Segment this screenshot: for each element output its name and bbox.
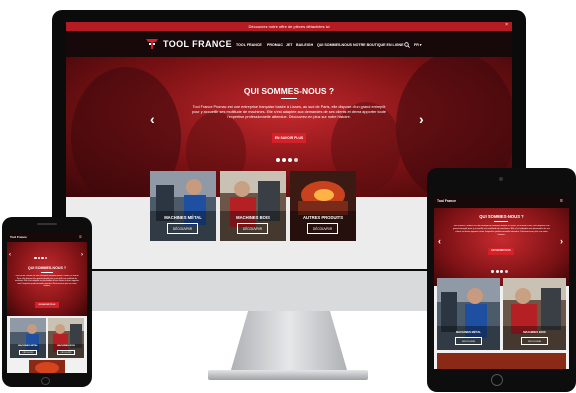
phone-category-card-other-peek[interactable] bbox=[29, 360, 65, 373]
slider-dot-2[interactable] bbox=[282, 158, 286, 162]
discover-button[interactable]: DÉCOUVRIR bbox=[455, 337, 482, 345]
tablet-hero-title: QUI SOMMES-NOUS ? bbox=[479, 214, 524, 219]
slider-dot[interactable] bbox=[41, 256, 44, 259]
slider-dot[interactable] bbox=[495, 270, 499, 273]
phone-hero: ‹ › QUI SOMMES-NOUS ? Tool France Promac… bbox=[7, 242, 87, 316]
phone-category-card-metal[interactable]: MACHINES MÉTAL DÉCOUVRIR bbox=[10, 318, 46, 358]
category-title: MACHINES BOIS bbox=[236, 215, 270, 220]
nav-item-jet[interactable]: JET bbox=[286, 43, 293, 47]
slider-dot[interactable] bbox=[34, 256, 37, 259]
logo-icon[interactable] bbox=[145, 38, 159, 50]
phone-hero-divider bbox=[41, 272, 53, 273]
hamburger-menu-icon[interactable]: ≡ bbox=[560, 199, 563, 204]
hero-title: QUI SOMMES-NOUS ? bbox=[243, 86, 335, 96]
phone-hero-description: Tool France Promac est une entreprise fr… bbox=[15, 275, 79, 288]
slider-dot[interactable] bbox=[500, 270, 503, 273]
tablet-slider-dots bbox=[491, 260, 510, 278]
tablet-hero-divider bbox=[494, 221, 508, 222]
category-card-wood[interactable]: MACHINES BOIS DÉCOUVRIR bbox=[220, 171, 286, 241]
phone-home-button bbox=[41, 377, 50, 385]
phone-speaker bbox=[37, 223, 57, 225]
phone-logo-text[interactable]: Tool France bbox=[10, 235, 27, 239]
category-title: MACHINES MÉTAL bbox=[455, 330, 482, 334]
search-icon[interactable] bbox=[404, 42, 410, 48]
slider-dot-1[interactable] bbox=[276, 158, 280, 162]
slider-prev-arrow-icon[interactable]: ‹ bbox=[150, 111, 155, 127]
phone-hero-cta-button[interactable]: EN SAVOIR PLUS bbox=[35, 302, 59, 308]
discover-button[interactable]: DÉCOUVRIR bbox=[521, 337, 548, 345]
slider-dot-3[interactable] bbox=[288, 158, 292, 162]
tablet-navigation: Tool France ≡ bbox=[434, 196, 569, 208]
monitor-stand-base bbox=[208, 370, 368, 380]
slider-dot[interactable] bbox=[504, 270, 508, 273]
slider-dots bbox=[276, 149, 300, 167]
category-title: AUTRES PRODUITS bbox=[302, 215, 344, 220]
category-title: MACHINES BOIS bbox=[523, 330, 546, 334]
tablet-next-arrow-icon[interactable]: › bbox=[560, 236, 563, 246]
hero-cta-button[interactable]: EN SAVOIR PLUS bbox=[272, 133, 306, 143]
nav-item-baileigh[interactable]: BAILEIGH bbox=[296, 43, 313, 47]
category-card-other[interactable]: AUTRES PRODUITS DÉCOUVRIR bbox=[290, 171, 356, 241]
tablet-prev-arrow-icon[interactable]: ‹ bbox=[438, 236, 441, 246]
discover-button[interactable]: DÉCOUVRIR bbox=[237, 223, 268, 234]
slider-dot[interactable] bbox=[37, 256, 40, 259]
discover-button[interactable]: DÉCOUVRIR bbox=[57, 350, 75, 355]
nav-item-tool-france[interactable]: TOOL FRANCE bbox=[236, 43, 262, 47]
announcement-bar[interactable]: Découvrez notre offre de pièces détachée… bbox=[66, 22, 512, 31]
main-navigation: TOOL FRANCE TOOL FRANCE PROMAC JET BAILE… bbox=[66, 31, 512, 57]
phone-slider-dots bbox=[34, 246, 49, 264]
nav-item-qui-sommes-nous[interactable]: QUI SOMMES-NOUS bbox=[317, 43, 352, 47]
discover-button[interactable]: DÉCOUVRIR bbox=[167, 223, 198, 234]
tablet-category-card-wood[interactable]: MACHINES BOIS DÉCOUVRIR bbox=[503, 278, 566, 350]
phone-next-arrow-icon[interactable]: › bbox=[81, 252, 83, 258]
announcement-text[interactable]: Découvrez notre offre de pièces détachée… bbox=[248, 24, 329, 29]
discover-button[interactable]: DÉCOUVRIR bbox=[307, 223, 338, 234]
tablet-hero-description: Tool France Promac est une entreprise fr… bbox=[453, 225, 550, 236]
language-selector[interactable]: FR ▾ bbox=[414, 43, 422, 47]
monitor-stand bbox=[230, 311, 348, 373]
nav-item-boutique[interactable]: NOTRE BOUTIQUE EN LIGNE bbox=[353, 43, 404, 47]
category-title: MACHINES BOIS bbox=[57, 345, 75, 347]
other-products-photo bbox=[35, 362, 59, 373]
category-title: MACHINES MÉTAL bbox=[164, 215, 202, 220]
hero-divider bbox=[281, 98, 297, 99]
category-card-metal[interactable]: MACHINES MÉTAL DÉCOUVRIR bbox=[150, 171, 216, 241]
tablet-hero: QUI SOMMES-NOUS ? Tool France Promac est… bbox=[434, 208, 569, 286]
nav-item-promac[interactable]: PROMAC bbox=[267, 43, 283, 47]
hamburger-menu-icon[interactable]: ≡ bbox=[79, 234, 82, 239]
phone-hero-title: QUI SOMMES-NOUS ? bbox=[27, 266, 67, 270]
slider-dot[interactable] bbox=[44, 256, 47, 259]
tablet-category-card-other-peek[interactable] bbox=[437, 353, 566, 369]
tablet-screen: Tool France ≡ QUI SOMMES-NOUS ? Tool Fra… bbox=[434, 196, 569, 369]
slider-dot-4[interactable] bbox=[294, 158, 298, 162]
phone-screen: Tool France ≡ ‹ › QUI SOMMES-NOUS ? Tool… bbox=[7, 232, 87, 373]
phone-navigation: Tool France ≡ bbox=[7, 232, 87, 242]
phone-prev-arrow-icon[interactable]: ‹ bbox=[9, 252, 11, 258]
tablet-logo-text[interactable]: Tool France bbox=[437, 199, 456, 203]
close-icon[interactable]: × bbox=[505, 22, 508, 28]
tablet-hero-cta-button[interactable]: EN SAVOIR PLUS bbox=[488, 248, 514, 255]
slider-dot[interactable] bbox=[491, 270, 494, 273]
slider-next-arrow-icon[interactable]: › bbox=[419, 111, 424, 127]
logo-text[interactable]: TOOL FRANCE bbox=[163, 39, 232, 49]
tablet-category-card-metal[interactable]: MACHINES MÉTAL DÉCOUVRIR bbox=[437, 278, 500, 350]
tablet-camera bbox=[499, 177, 503, 181]
hero-description: Tool France Promac est une entreprise fr… bbox=[192, 105, 386, 120]
phone-category-card-wood[interactable]: MACHINES BOIS DÉCOUVRIR bbox=[48, 318, 84, 358]
discover-button[interactable]: DÉCOUVRIR bbox=[19, 350, 37, 355]
category-title: MACHINES MÉTAL bbox=[18, 345, 38, 347]
tablet-home-button bbox=[491, 374, 503, 386]
